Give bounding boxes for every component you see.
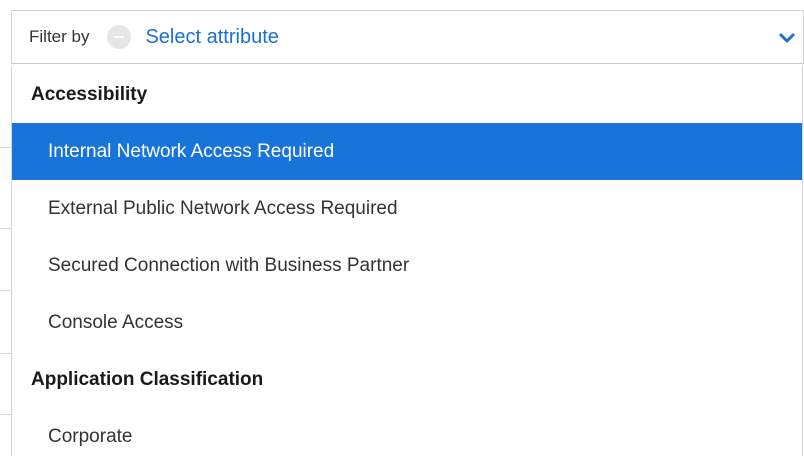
attribute-dropdown-list[interactable]: Accessibility Internal Network Access Re… xyxy=(11,66,803,456)
option-console-access[interactable]: Console Access xyxy=(12,294,802,351)
minus-circle-icon[interactable] xyxy=(107,25,132,49)
filter-select[interactable]: Filter by Select attribute xyxy=(11,10,804,64)
option-corporate[interactable]: Corporate xyxy=(12,408,802,456)
select-attribute-placeholder[interactable]: Select attribute xyxy=(145,26,278,49)
page: Filter by Select attribute Accessibility… xyxy=(0,0,804,456)
group-header-application-classification: Application Classification xyxy=(31,368,264,390)
option-internal-network-access[interactable]: Internal Network Access Required xyxy=(12,123,802,180)
group-header-accessibility: Accessibility xyxy=(31,83,148,105)
chevron-down-icon[interactable] xyxy=(778,29,796,47)
option-secured-connection-business-partner[interactable]: Secured Connection with Business Partner xyxy=(12,237,802,294)
option-external-public-network-access[interactable]: External Public Network Access Required xyxy=(12,180,802,237)
filter-label: Filter by xyxy=(29,27,90,46)
